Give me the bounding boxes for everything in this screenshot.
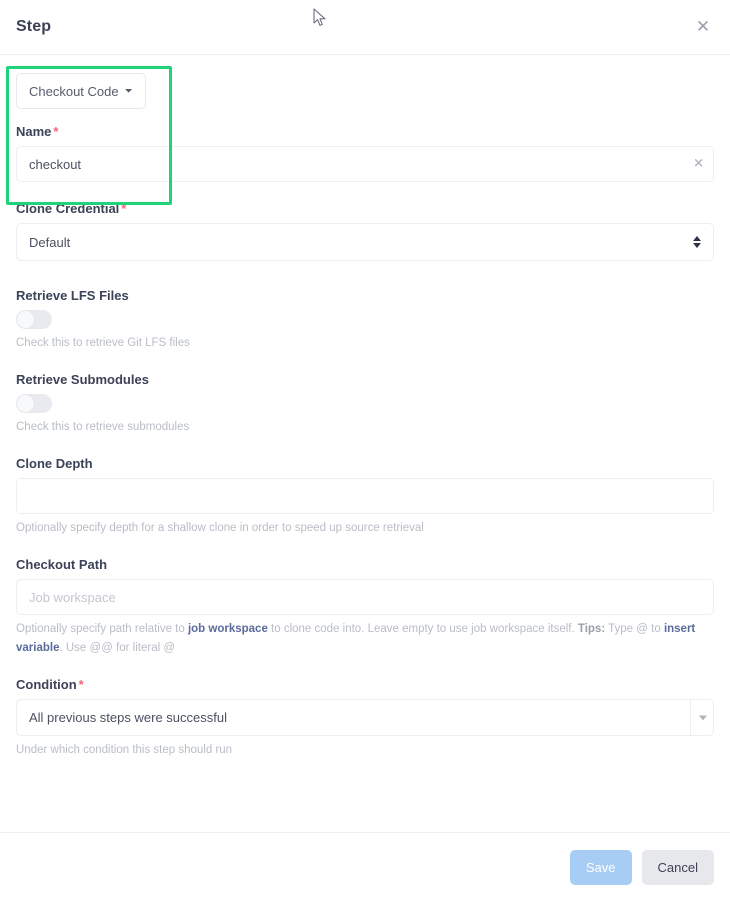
field-retrieve-submodules: Retrieve Submodules Check this to retrie…	[16, 371, 714, 437]
checkout-path-help: Optionally specify path relative to job …	[16, 620, 714, 658]
condition-value: All previous steps were successful	[29, 710, 227, 725]
field-name: Name* ✕	[16, 123, 714, 182]
field-retrieve-lfs: Retrieve LFS Files Check this to retriev…	[16, 287, 714, 353]
clone-credential-value: Default	[29, 234, 71, 250]
help-text-2: to clone code into. Leave empty to use j…	[267, 623, 578, 635]
clone-depth-input[interactable]	[16, 478, 714, 514]
clear-name-icon[interactable]: ✕	[693, 158, 704, 171]
close-icon[interactable]: ✕	[692, 16, 714, 38]
select-divider	[690, 700, 691, 735]
clone-credential-label-text: Clone Credential	[16, 201, 120, 216]
clone-depth-label: Clone Depth	[16, 456, 93, 471]
retrieve-lfs-toggle[interactable]	[16, 310, 52, 329]
retrieve-lfs-help: Check this to retrieve Git LFS files	[16, 337, 190, 349]
step-modal: Step ✕ Checkout Code ⏷ Name* ✕ Clone Cre…	[0, 0, 730, 901]
checkout-path-input-wrap	[16, 579, 714, 615]
name-input[interactable]	[16, 146, 714, 182]
checkout-path-input[interactable]	[16, 579, 714, 615]
required-marker: *	[78, 677, 84, 692]
condition-select[interactable]: All previous steps were successful	[16, 699, 714, 736]
job-workspace-link[interactable]: job workspace	[188, 623, 268, 635]
condition-label-text: Condition	[16, 677, 77, 692]
save-button[interactable]: Save	[569, 849, 632, 885]
clone-depth-help: Optionally specify depth for a shallow c…	[16, 522, 424, 534]
condition-label: Condition *	[16, 676, 714, 693]
condition-help: Under which condition this step should r…	[16, 744, 233, 756]
field-condition: Condition * All previous steps were succe…	[16, 676, 714, 760]
retrieve-submodules-help: Check this to retrieve submodules	[16, 421, 190, 433]
clone-credential-label: Clone Credential *	[16, 200, 714, 217]
field-clone-credential: Clone Credential * Default	[16, 200, 714, 261]
modal-header: Step ✕	[0, 0, 730, 55]
clone-credential-select[interactable]: Default	[16, 223, 714, 261]
help-text-4: . Use @@ for literal @	[59, 642, 176, 654]
toggle-knob	[17, 395, 34, 412]
checkout-path-label: Checkout Path	[16, 557, 108, 572]
name-label: Name *	[16, 123, 714, 140]
step-type-dropdown[interactable]: Checkout Code ⏷	[16, 73, 146, 109]
help-text-1: Optionally specify path relative to	[16, 623, 188, 635]
help-text-3: Type @ to	[605, 623, 664, 635]
caret-down-icon	[699, 715, 707, 720]
page-title: Step	[16, 18, 52, 35]
required-marker: *	[53, 124, 59, 139]
toggle-knob	[17, 311, 34, 328]
name-input-wrap: ✕	[16, 146, 714, 182]
clone-depth-input-wrap	[16, 478, 714, 514]
tips-label: Tips:	[577, 623, 606, 635]
retrieve-submodules-label: Retrieve Submodules	[16, 372, 149, 387]
name-label-text: Name	[16, 124, 52, 139]
modal-body: Checkout Code ⏷ Name* ✕ Clone Credential…	[0, 55, 730, 832]
chevron-down-icon: ⏷	[124, 85, 133, 97]
step-type-label: Checkout Code	[29, 83, 119, 99]
field-clone-depth: Clone Depth Optionally specify depth for…	[16, 455, 714, 538]
field-checkout-path: Checkout Path Optionally specify path re…	[16, 556, 714, 658]
retrieve-lfs-label: Retrieve LFS Files	[16, 288, 129, 303]
updown-arrows-icon	[693, 236, 701, 248]
required-marker: *	[121, 201, 127, 216]
cancel-button[interactable]: Cancel	[641, 849, 714, 885]
retrieve-submodules-toggle[interactable]	[16, 394, 52, 413]
modal-footer: Save Cancel	[0, 832, 730, 901]
